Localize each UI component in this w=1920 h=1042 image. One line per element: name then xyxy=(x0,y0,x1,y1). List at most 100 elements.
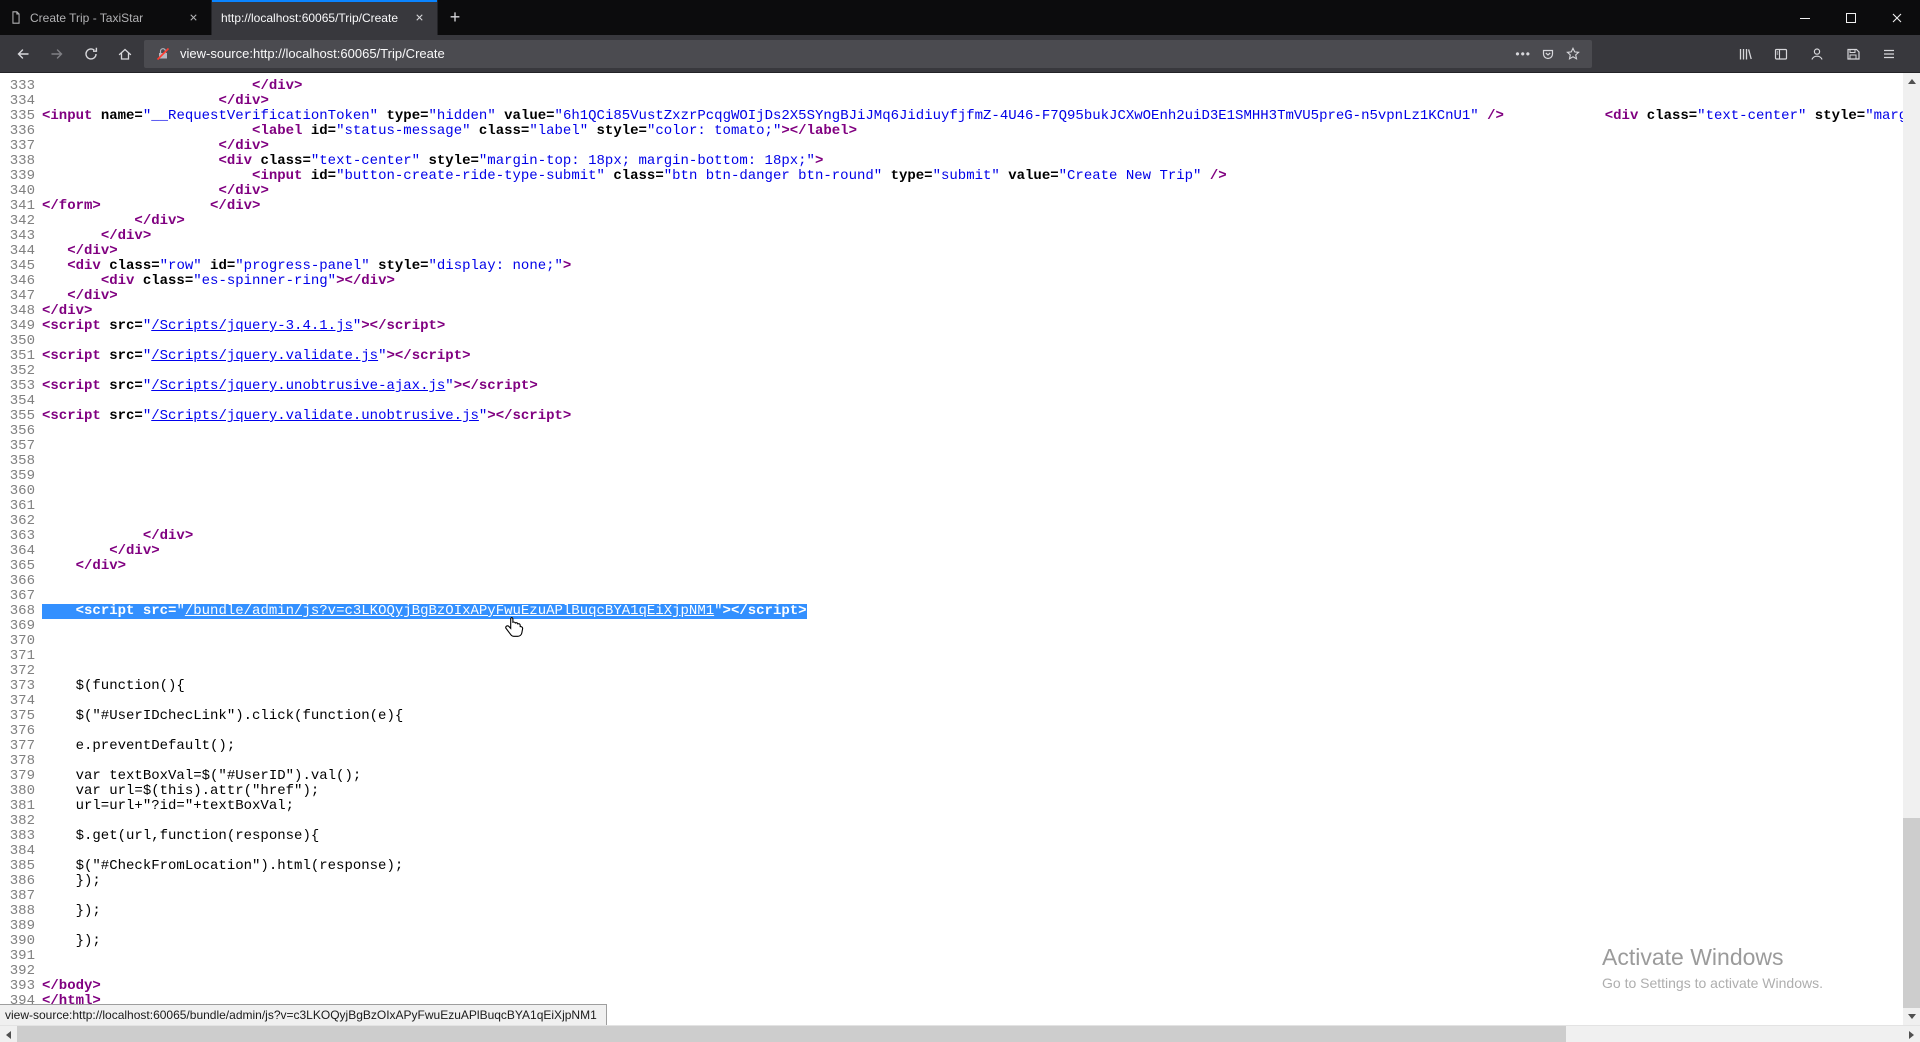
source-line: 365 </div> xyxy=(0,559,1903,574)
code-segment: src= xyxy=(100,408,143,424)
window-controls xyxy=(1782,0,1920,35)
source-line: 372 xyxy=(0,664,1903,679)
line-number: 335 xyxy=(9,108,35,124)
account-icon[interactable] xyxy=(1802,39,1832,69)
source-line: 384 xyxy=(0,844,1903,859)
code-segment: </div> xyxy=(109,543,160,559)
code-segment: /> xyxy=(1201,168,1227,184)
source-link[interactable]: /Scripts/jquery-3.4.1.js xyxy=(151,318,353,334)
source-line: 344 </div> xyxy=(0,244,1903,259)
code-segment: <script xyxy=(42,378,101,394)
source-view: 333 </div> 334 </div> 335 <input name="__Re… xyxy=(0,73,1903,1024)
code-segment: " xyxy=(176,603,185,619)
source-link[interactable]: /bundle/admin/js?v=c3LKOQyjBgBzOIxAPyFwu… xyxy=(185,603,714,619)
code-segment: " xyxy=(142,378,152,394)
code-segment: </div> xyxy=(142,528,194,544)
code-segment: <input xyxy=(252,168,303,184)
line-number: 370 xyxy=(9,633,35,649)
line-number: 372 xyxy=(9,663,35,679)
code-segment: name= xyxy=(92,108,143,124)
source-code: </div> xyxy=(42,543,160,559)
source-line: 385 $("#CheckFromLocation").html(respons… xyxy=(0,859,1903,874)
line-number: 341 xyxy=(9,198,35,214)
source-line: 370 xyxy=(0,634,1903,649)
tab-create-trip[interactable]: Create Trip - TaxiStar xyxy=(0,0,212,35)
code-segment: src= xyxy=(134,603,177,619)
line-number: 339 xyxy=(9,168,35,184)
source-code: </div> xyxy=(42,244,117,259)
line-number: 361 xyxy=(9,498,35,514)
code-segment: "__RequestVerificationToken" xyxy=(142,108,379,124)
source-line: 388 }); xyxy=(0,904,1903,919)
close-window-button[interactable] xyxy=(1874,0,1920,35)
code-segment: "button-create-ride-type-submit" xyxy=(336,168,605,184)
source-code: $("#CheckFromLocation").html(response); xyxy=(42,859,404,874)
code-segment: class= xyxy=(1638,108,1698,124)
bookmark-star-icon[interactable] xyxy=(1565,46,1581,62)
tab-close-icon[interactable] xyxy=(410,9,428,27)
source-line: 389 xyxy=(0,919,1903,934)
source-link[interactable]: /Scripts/jquery.unobtrusive-ajax.js xyxy=(151,378,445,394)
page-actions-icon[interactable]: ••• xyxy=(1515,47,1531,61)
url-bar[interactable]: view-source:http://localhost:60065/Trip/… xyxy=(144,39,1592,68)
back-button[interactable] xyxy=(8,39,38,69)
line-number: 352 xyxy=(9,363,35,379)
insecure-lock-icon[interactable] xyxy=(155,46,171,62)
vertical-scrollbar[interactable] xyxy=(1903,73,1920,1025)
source-link[interactable]: /Scripts/jquery.validate.js xyxy=(151,348,378,364)
tab-view-source[interactable]: http://localhost:60065/Trip/Create xyxy=(212,0,438,35)
library-icon[interactable] xyxy=(1730,39,1760,69)
scroll-left-arrow-icon[interactable] xyxy=(0,1026,17,1042)
tab-title: Create Trip - TaxiStar xyxy=(30,10,144,25)
source-code: </div> xyxy=(42,183,268,199)
url-text[interactable]: view-source:http://localhost:60065/Trip/… xyxy=(180,46,1506,61)
horizontal-scrollbar-thumb[interactable] xyxy=(17,1026,1566,1042)
source-code: var textBoxVal=$("#UserID").val(); xyxy=(42,769,362,784)
line-number: 383 xyxy=(9,828,35,844)
line-number: 387 xyxy=(9,888,35,904)
code-segment: ></script> xyxy=(453,378,538,394)
code-segment: $.get(url,function(response){ xyxy=(42,828,320,844)
tab-close-icon[interactable] xyxy=(184,9,202,27)
save-page-icon[interactable] xyxy=(1838,39,1868,69)
source-line: 375 $("#UserIDchecLink").click(function(… xyxy=(0,709,1903,724)
page-content: 333 </div> 334 </div> 335 <input name="__Re… xyxy=(0,73,1903,1025)
menu-icon[interactable] xyxy=(1874,39,1904,69)
source-line: 364 </div> xyxy=(0,544,1903,559)
line-number: 356 xyxy=(9,423,35,439)
code-segment: ></script> xyxy=(722,603,807,619)
source-code: </div> xyxy=(42,559,126,574)
line-number: 375 xyxy=(9,708,35,724)
new-tab-button[interactable]: + xyxy=(438,0,472,35)
source-line: 358 xyxy=(0,454,1903,469)
source-code: </div> xyxy=(42,79,302,94)
forward-button[interactable] xyxy=(42,39,72,69)
source-code: <div class="text-center" style="margin-t… xyxy=(42,154,823,169)
pocket-icon[interactable] xyxy=(1540,46,1556,62)
minimize-button[interactable] xyxy=(1782,0,1828,35)
source-line: 356 xyxy=(0,424,1903,439)
reload-button[interactable] xyxy=(76,39,106,69)
source-code: <script src="/Scripts/jquery-3.4.1.js"><… xyxy=(42,319,445,334)
source-line: 347 </div> xyxy=(0,289,1903,304)
scroll-up-arrow-icon[interactable] xyxy=(1903,73,1920,90)
source-code: </div> xyxy=(42,529,193,544)
sidebar-icon[interactable] xyxy=(1766,39,1796,69)
scroll-down-arrow-icon[interactable] xyxy=(1903,1008,1920,1025)
source-link[interactable]: /Scripts/jquery.validate.unobtrusive.js xyxy=(151,408,479,424)
vertical-scrollbar-thumb[interactable] xyxy=(1903,818,1920,1008)
horizontal-scrollbar[interactable] xyxy=(0,1025,1920,1042)
maximize-button[interactable] xyxy=(1828,0,1874,35)
line-number: 336 xyxy=(9,123,35,139)
code-segment: "status-message" xyxy=(336,123,471,139)
scroll-right-arrow-icon[interactable] xyxy=(1903,1026,1920,1042)
home-button[interactable] xyxy=(110,39,140,69)
source-line: 369 xyxy=(0,619,1903,634)
code-segment: " xyxy=(714,603,723,619)
